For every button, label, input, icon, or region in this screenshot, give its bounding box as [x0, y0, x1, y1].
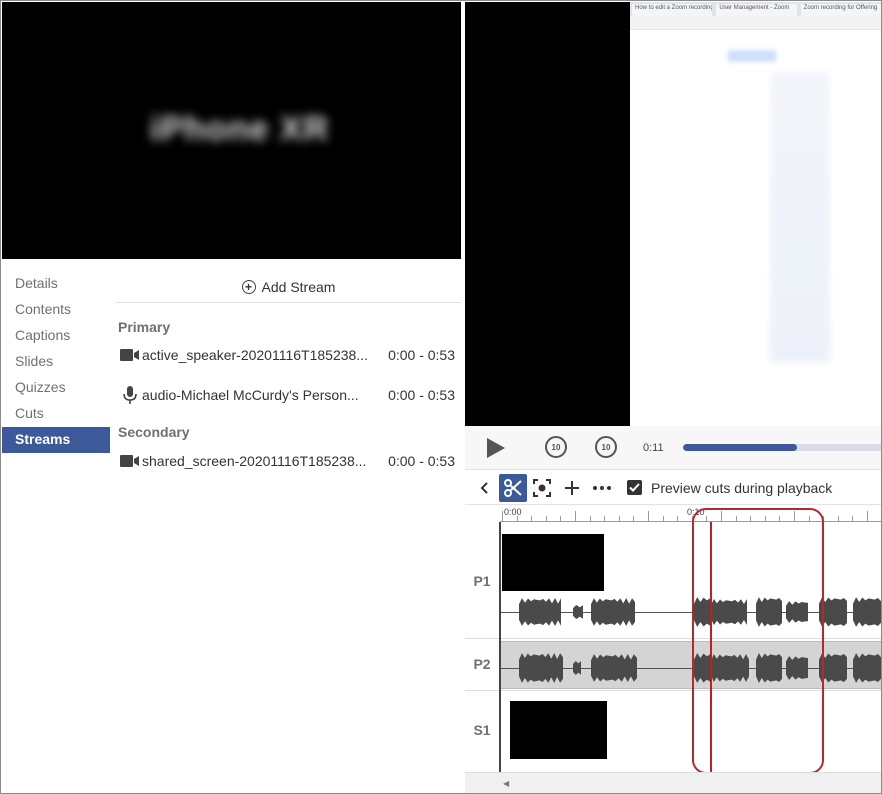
- focus-frame-icon[interactable]: [527, 474, 557, 502]
- cut-region-highlight: [692, 508, 824, 774]
- waveform-segment: [519, 598, 561, 626]
- streams-panel: + Add Stream Primary active_speaker-2020…: [116, 271, 461, 473]
- scissors-icon[interactable]: [499, 473, 527, 502]
- ruler-tick: [545, 516, 547, 521]
- more-options-icon[interactable]: [587, 474, 617, 502]
- skip-back-seconds: 10: [551, 442, 561, 452]
- ruler-tick: [662, 516, 664, 521]
- waveform-segment: [573, 661, 581, 675]
- video-camera-icon: [116, 454, 142, 468]
- window-frame: iPhone XR Details Contents Captions Slid…: [0, 0, 882, 794]
- stream-time-range: 0:00 - 0:53: [388, 387, 455, 403]
- browser-tab: Zoom recording for Offering: [800, 4, 881, 16]
- blurred-button: [728, 50, 776, 62]
- ruler-tick: [837, 516, 839, 521]
- current-time: 0:11: [643, 442, 664, 454]
- nav-item-cuts[interactable]: Cuts: [2, 401, 110, 427]
- primary-section-title: Primary: [118, 319, 171, 335]
- ruler-tick: [516, 516, 518, 521]
- stream-row[interactable]: shared_screen-20201116T185238... 0:00 - …: [116, 449, 461, 473]
- waveform-segment: [853, 653, 881, 683]
- ruler-tick: [852, 516, 854, 521]
- waveform-segment: [853, 597, 881, 627]
- stream-row[interactable]: audio-Michael McCurdy's Person... 0:00 -…: [116, 383, 461, 407]
- browser-tabbar: How to edit a Zoom recording User Manage…: [630, 2, 881, 16]
- ruler-tick: [531, 516, 533, 521]
- side-nav: Details Contents Captions Slides Quizzes…: [2, 271, 110, 453]
- waveform-segment: [591, 654, 637, 682]
- primary-video-preview: iPhone XR: [2, 2, 461, 259]
- stream-time-range: 0:00 - 0:53: [388, 453, 455, 469]
- nav-item-streams[interactable]: Streams: [2, 427, 110, 453]
- waveform-segment: [573, 605, 583, 619]
- track-start-line: [499, 522, 501, 772]
- shared-screen-capture: How to edit a Zoom recording User Manage…: [630, 2, 881, 426]
- nav-item-details[interactable]: Details: [2, 271, 110, 297]
- browser-tab: User Management - Zoom: [716, 4, 797, 16]
- stream-row[interactable]: active_speaker-20201116T185238... 0:00 -…: [116, 343, 461, 367]
- track-label-p2: P2: [473, 656, 491, 672]
- nav-item-contents[interactable]: Contents: [2, 297, 110, 323]
- secondary-video-preview: How to edit a Zoom recording User Manage…: [465, 2, 881, 426]
- secondary-section-title: Secondary: [118, 424, 190, 440]
- track-label-p1: P1: [473, 573, 491, 589]
- time-ruler[interactable]: 0:00 0:10: [500, 506, 881, 522]
- stream-name: shared_screen-20201116T185238...: [142, 453, 367, 469]
- nav-item-slides[interactable]: Slides: [2, 349, 110, 375]
- preview-cuts-checkbox[interactable]: [627, 480, 642, 495]
- add-stream-button[interactable]: + Add Stream: [116, 271, 461, 303]
- add-circle-icon: +: [241, 279, 256, 294]
- ruler-tick: [633, 516, 635, 521]
- add-icon[interactable]: [557, 474, 587, 502]
- waveform-segment: [591, 598, 635, 626]
- ruler-tick: [560, 516, 562, 521]
- ruler-tick: [589, 516, 591, 521]
- timeline: 0:00 0:10 P1 P2 S1 ◀: [465, 506, 881, 793]
- track-label-s1: S1: [473, 722, 491, 738]
- nav-item-captions[interactable]: Captions: [2, 323, 110, 349]
- skip-forward-icon[interactable]: 10: [595, 436, 617, 458]
- stream-name: audio-Michael McCurdy's Person...: [142, 387, 359, 403]
- ruler-tick: [575, 511, 576, 521]
- skip-back-icon[interactable]: 10: [545, 436, 567, 458]
- waveform-segment: [519, 653, 563, 683]
- scroll-left-icon[interactable]: ◀: [503, 779, 509, 788]
- browser-urlbar: [630, 16, 881, 30]
- player-controls: 10 10 0:11: [465, 426, 881, 470]
- progress-bar[interactable]: [683, 444, 881, 451]
- play-icon[interactable]: [487, 438, 505, 458]
- video-camera-icon: [116, 348, 142, 362]
- ruler-label: 0:00: [504, 507, 522, 517]
- nav-item-quizzes[interactable]: Quizzes: [2, 375, 110, 401]
- add-stream-label: Add Stream: [261, 278, 336, 295]
- ruler-tick: [677, 516, 679, 521]
- ruler-tick: [648, 511, 649, 521]
- ruler-tick: [618, 516, 620, 521]
- video-overlay-text: iPhone XR: [150, 110, 330, 148]
- video-clip-s1[interactable]: [510, 701, 607, 759]
- browser-tab: How to edit a Zoom recording: [632, 4, 713, 16]
- stream-time-range: 0:00 - 0:53: [388, 347, 455, 363]
- ruler-tick: [502, 511, 503, 521]
- horizontal-scrollbar[interactable]: ◀: [465, 772, 881, 793]
- stream-name: active_speaker-20201116T185238...: [142, 347, 368, 363]
- progress-fill: [683, 444, 797, 451]
- ruler-tick: [867, 511, 868, 521]
- ruler-tick: [604, 516, 606, 521]
- video-clip-p1[interactable]: [502, 534, 604, 591]
- timeline-toolbar: Preview cuts during playback: [465, 471, 881, 505]
- preview-cuts-label: Preview cuts during playback: [651, 479, 833, 496]
- blurred-sidebar: [770, 72, 830, 362]
- microphone-icon: [116, 385, 142, 405]
- collapse-chevron-icon[interactable]: [469, 474, 499, 502]
- skip-forward-seconds: 10: [601, 442, 611, 452]
